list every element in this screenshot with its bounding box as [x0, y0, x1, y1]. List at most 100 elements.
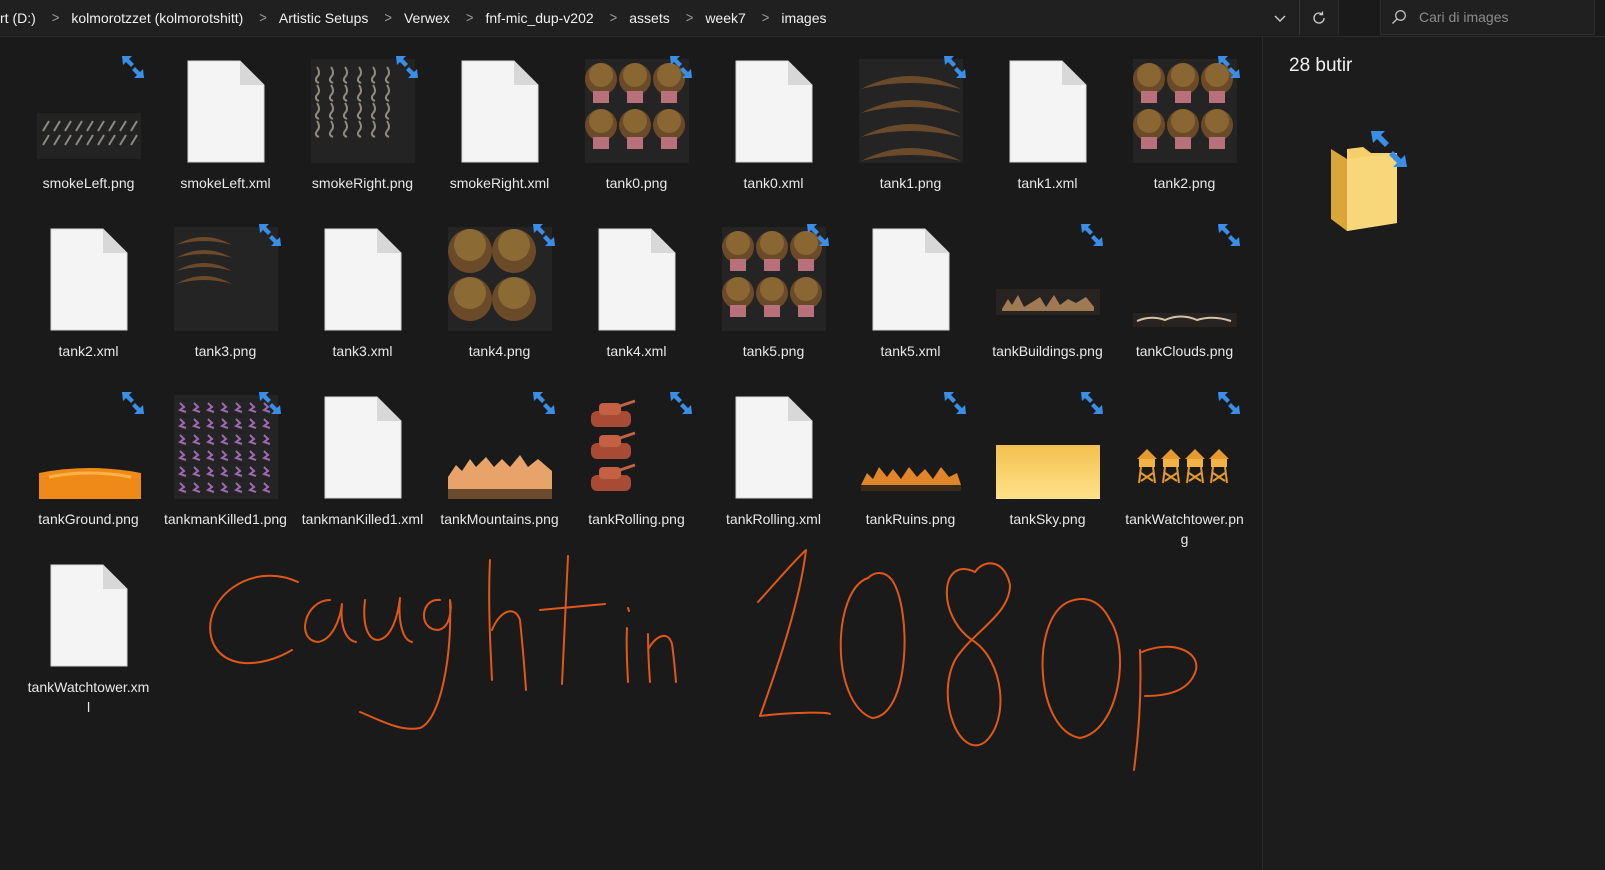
- file-thumbnail: [172, 224, 281, 333]
- address-bar[interactable]: rt (D:) > kolmorotzzet (kolmorotshitt) > A…: [0, 0, 1339, 35]
- file-name: tankmanKilled1.xml: [301, 511, 424, 527]
- document-icon: [872, 228, 949, 330]
- document-icon: [324, 228, 401, 330]
- file-item[interactable]: tank5.png: [705, 224, 842, 393]
- file-item[interactable]: tank1.xml: [979, 57, 1116, 225]
- file-item[interactable]: tank5.xml: [842, 225, 979, 393]
- breadcrumb-artistic-setups[interactable]: Artistic Setups: [279, 10, 374, 26]
- file-item[interactable]: tank2.xml: [20, 225, 157, 393]
- file-item[interactable]: tankmanKilled1.xml: [294, 393, 431, 561]
- file-item[interactable]: tankWatchtower.xml: [20, 561, 157, 729]
- sync-badge-icon: [395, 56, 418, 78]
- file-name: tankWatchtower.xml: [27, 679, 150, 715]
- chevron-down-icon: [1274, 15, 1286, 22]
- breadcrumb-user[interactable]: kolmorotzzet (kolmorotshitt): [71, 10, 249, 26]
- file-item[interactable]: tank2.png: [1116, 56, 1253, 225]
- file-thumbnail: [583, 392, 692, 501]
- file-name: tank5.png: [742, 343, 805, 359]
- file-name: tankMountains.png: [440, 511, 559, 527]
- file-item[interactable]: tankmanKilled1.png: [157, 392, 294, 561]
- file-item[interactable]: tankSky.png: [979, 392, 1116, 561]
- file-item[interactable]: tankRolling.png: [568, 392, 705, 561]
- file-thumbnail: [1131, 56, 1240, 165]
- details-panel: 28 butir: [1262, 37, 1605, 870]
- file-item[interactable]: smokeLeft.xml: [157, 57, 294, 225]
- file-item[interactable]: tankMountains.png: [431, 392, 568, 561]
- document-icon: [324, 396, 401, 498]
- file-view[interactable]: smokeLeft.png smokeLeft.xml smokeRight.png…: [0, 37, 1262, 870]
- file-name: tankSky.png: [1009, 511, 1086, 527]
- sync-badge-icon: [258, 224, 281, 246]
- file-thumbnail: [446, 224, 555, 333]
- file-item[interactable]: tankClouds.png: [1116, 224, 1253, 393]
- file-item[interactable]: tank4.xml: [568, 225, 705, 393]
- file-thumbnail: [446, 392, 555, 501]
- document-icon: [1009, 60, 1086, 162]
- file-thumbnail: [994, 57, 1102, 165]
- file-name: tankBuildings.png: [992, 343, 1103, 359]
- file-thumbnail: [1131, 224, 1240, 333]
- file-name: tank2.xml: [58, 343, 119, 359]
- document-icon: [735, 60, 812, 162]
- file-thumbnail: [857, 225, 965, 333]
- file-item[interactable]: tankWatchtower.png: [1116, 392, 1253, 561]
- sync-badge-icon: [1217, 56, 1240, 78]
- file-thumbnail: [35, 225, 143, 333]
- file-name: tankRolling.png: [588, 511, 685, 527]
- document-icon: [50, 228, 127, 330]
- file-item[interactable]: tankRuins.png: [842, 392, 979, 561]
- breadcrumb-drive[interactable]: rt (D:): [0, 10, 42, 26]
- chevron-right-icon: >: [259, 9, 267, 26]
- file-grid: smokeLeft.png smokeLeft.xml smokeRight.png…: [20, 56, 1253, 729]
- sync-badge-icon: [258, 392, 281, 414]
- sync-badge-icon: [943, 392, 966, 414]
- address-dropdown-button[interactable]: [1261, 0, 1300, 35]
- file-item[interactable]: tankRolling.xml: [705, 393, 842, 561]
- file-item[interactable]: tankGround.png: [20, 392, 157, 561]
- file-name: tank3.xml: [332, 343, 393, 359]
- chevron-right-icon: >: [384, 9, 392, 26]
- file-item[interactable]: tank0.png: [568, 56, 705, 225]
- chevron-right-icon: >: [609, 9, 618, 26]
- file-name: smokeLeft.xml: [180, 175, 271, 191]
- file-name: tank0.png: [605, 175, 668, 191]
- file-thumbnail: [309, 56, 418, 165]
- file-name: tank0.xml: [743, 175, 804, 191]
- search-box[interactable]: [1380, 0, 1595, 35]
- sync-badge-icon: [532, 224, 555, 246]
- file-thumbnail: [35, 561, 143, 669]
- file-thumbnail: [857, 56, 966, 165]
- file-item[interactable]: smokeLeft.png: [20, 56, 157, 225]
- search-input[interactable]: [1417, 8, 1581, 26]
- file-item[interactable]: tankBuildings.png: [979, 224, 1116, 393]
- file-thumbnail: [172, 57, 280, 165]
- file-thumbnail: [35, 56, 144, 165]
- file-item[interactable]: tank3.png: [157, 224, 294, 393]
- file-item[interactable]: smokeRight.xml: [431, 57, 568, 225]
- sync-badge-icon: [806, 224, 829, 246]
- file-thumbnail: [720, 57, 828, 165]
- breadcrumb-week7[interactable]: week7: [705, 10, 751, 26]
- file-thumbnail: [309, 393, 417, 501]
- file-thumbnail: [446, 57, 554, 165]
- refresh-button[interactable]: [1300, 0, 1338, 35]
- file-thumbnail: [720, 224, 829, 333]
- chevron-right-icon: >: [465, 9, 474, 26]
- file-item[interactable]: tank3.xml: [294, 225, 431, 393]
- breadcrumb-verwex[interactable]: Verwex: [404, 10, 456, 26]
- item-count: 28 butir: [1289, 55, 1353, 76]
- folder-sync-icon: [1331, 131, 1407, 231]
- file-item[interactable]: tank4.png: [431, 224, 568, 393]
- file-item[interactable]: smokeRight.png: [294, 56, 431, 225]
- breadcrumb-project[interactable]: fnf-mic_dup-v202: [485, 10, 599, 26]
- breadcrumb-assets[interactable]: assets: [629, 10, 675, 26]
- file-item[interactable]: tank1.png: [842, 56, 979, 225]
- chevron-right-icon: >: [51, 9, 60, 26]
- breadcrumb-images[interactable]: images: [781, 10, 832, 26]
- file-item[interactable]: tank0.xml: [705, 57, 842, 225]
- sync-badge-icon: [1080, 224, 1103, 246]
- sync-badge-icon: [121, 392, 144, 414]
- chevron-right-icon: >: [685, 9, 694, 26]
- file-thumbnail: [994, 392, 1103, 501]
- file-name: tankRuins.png: [865, 511, 956, 527]
